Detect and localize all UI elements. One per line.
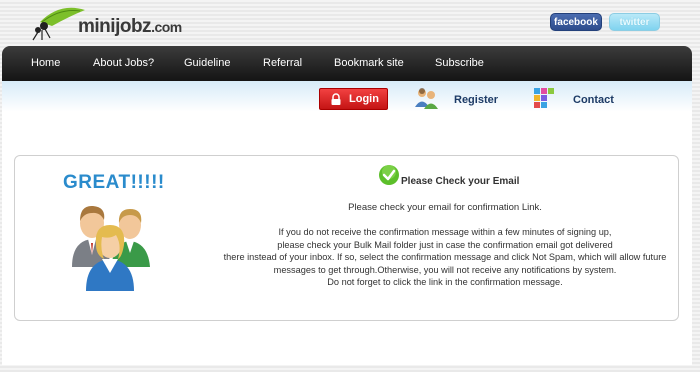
nav-item-guideline[interactable]: Guideline: [184, 46, 230, 81]
instruction-line: please check your Bulk Mail folder just …: [277, 239, 613, 250]
nav-item-subscribe[interactable]: Subscribe: [435, 46, 484, 81]
instruction-line: Do not forget to click the link in the c…: [327, 277, 563, 287]
nav-item-home[interactable]: Home: [31, 46, 60, 81]
site-header: minijobz.com facebook twitter: [0, 0, 700, 46]
main-nav: Home About Jobs? Guideline Referral Book…: [2, 46, 692, 81]
instruction-line: there instead of your inbox. If so, sele…: [223, 252, 667, 262]
nav-item-bookmark-site[interactable]: Bookmark site: [334, 46, 404, 81]
instruction-line: If you do not receive the confirmation m…: [278, 227, 612, 237]
logo-word-jobz: jobz: [115, 16, 152, 37]
contact-link[interactable]: Contact: [573, 94, 614, 106]
facebook-button[interactable]: facebook: [550, 13, 602, 31]
register-link[interactable]: Register: [454, 94, 498, 106]
logo-word-mini: mini: [78, 16, 116, 37]
twitter-button[interactable]: twitter: [609, 13, 660, 31]
great-banner: GREAT!!!!!: [63, 172, 165, 193]
nav-item-referral[interactable]: Referral: [263, 46, 302, 81]
login-button[interactable]: Login: [319, 88, 388, 110]
instruction-line: messages to get through.Otherwise, you w…: [273, 264, 617, 275]
lock-icon: [331, 93, 341, 105]
users-icon[interactable]: [414, 87, 440, 111]
logo-suffix: .com: [151, 19, 182, 35]
green-check-icon: [379, 165, 399, 185]
site-logo[interactable]: minijobz.com: [30, 2, 182, 44]
contact-blocks-icon[interactable]: [533, 87, 555, 111]
confirmation-subtitle: Please check your email for confirmation…: [348, 202, 542, 213]
login-label: Login: [349, 93, 379, 105]
confirmation-title: Please Check your Email: [401, 176, 520, 187]
confirmation-instructions: If you do not receive the confirmation m…: [200, 226, 690, 289]
nav-item-about-jobs[interactable]: About Jobs?: [93, 46, 154, 81]
logo-wordmark: minijobz.com: [78, 16, 182, 38]
